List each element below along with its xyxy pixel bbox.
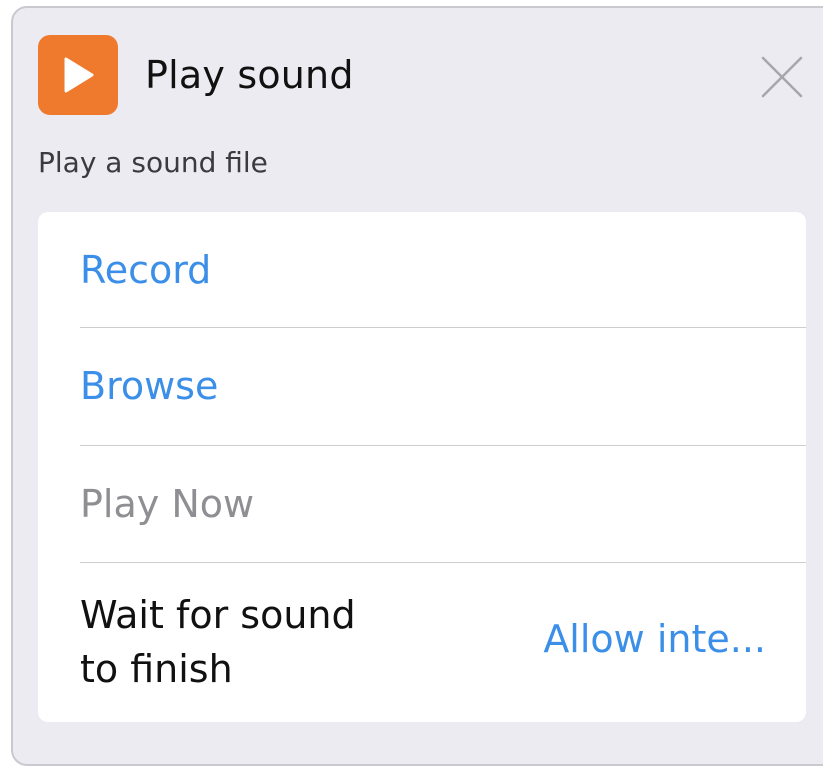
panel-header: Play sound <box>38 35 808 115</box>
record-button[interactable]: Record <box>80 248 211 292</box>
wait-for-sound-label: Wait for sound to finish <box>80 588 410 696</box>
wait-label-line1: Wait for sound <box>80 593 356 637</box>
panel-title: Play sound <box>145 53 354 97</box>
play-icon <box>38 35 118 115</box>
close-button[interactable] <box>760 55 804 99</box>
play-triangle-icon <box>64 57 94 93</box>
play-now-row: Play Now <box>38 446 806 563</box>
browse-row[interactable]: Browse <box>38 328 806 446</box>
browse-button[interactable]: Browse <box>80 364 218 408</box>
wait-behavior-selector[interactable]: Allow inte... <box>543 617 766 661</box>
wait-label-line2: to finish <box>80 647 233 691</box>
row-divider <box>80 561 806 563</box>
play-now-button: Play Now <box>80 482 255 526</box>
panel-subtitle: Play a sound file <box>38 146 268 179</box>
record-row[interactable]: Record <box>38 212 806 328</box>
close-icon[interactable] <box>760 55 804 99</box>
options-card: Record Browse Play Now Wait for sound to… <box>38 212 806 722</box>
